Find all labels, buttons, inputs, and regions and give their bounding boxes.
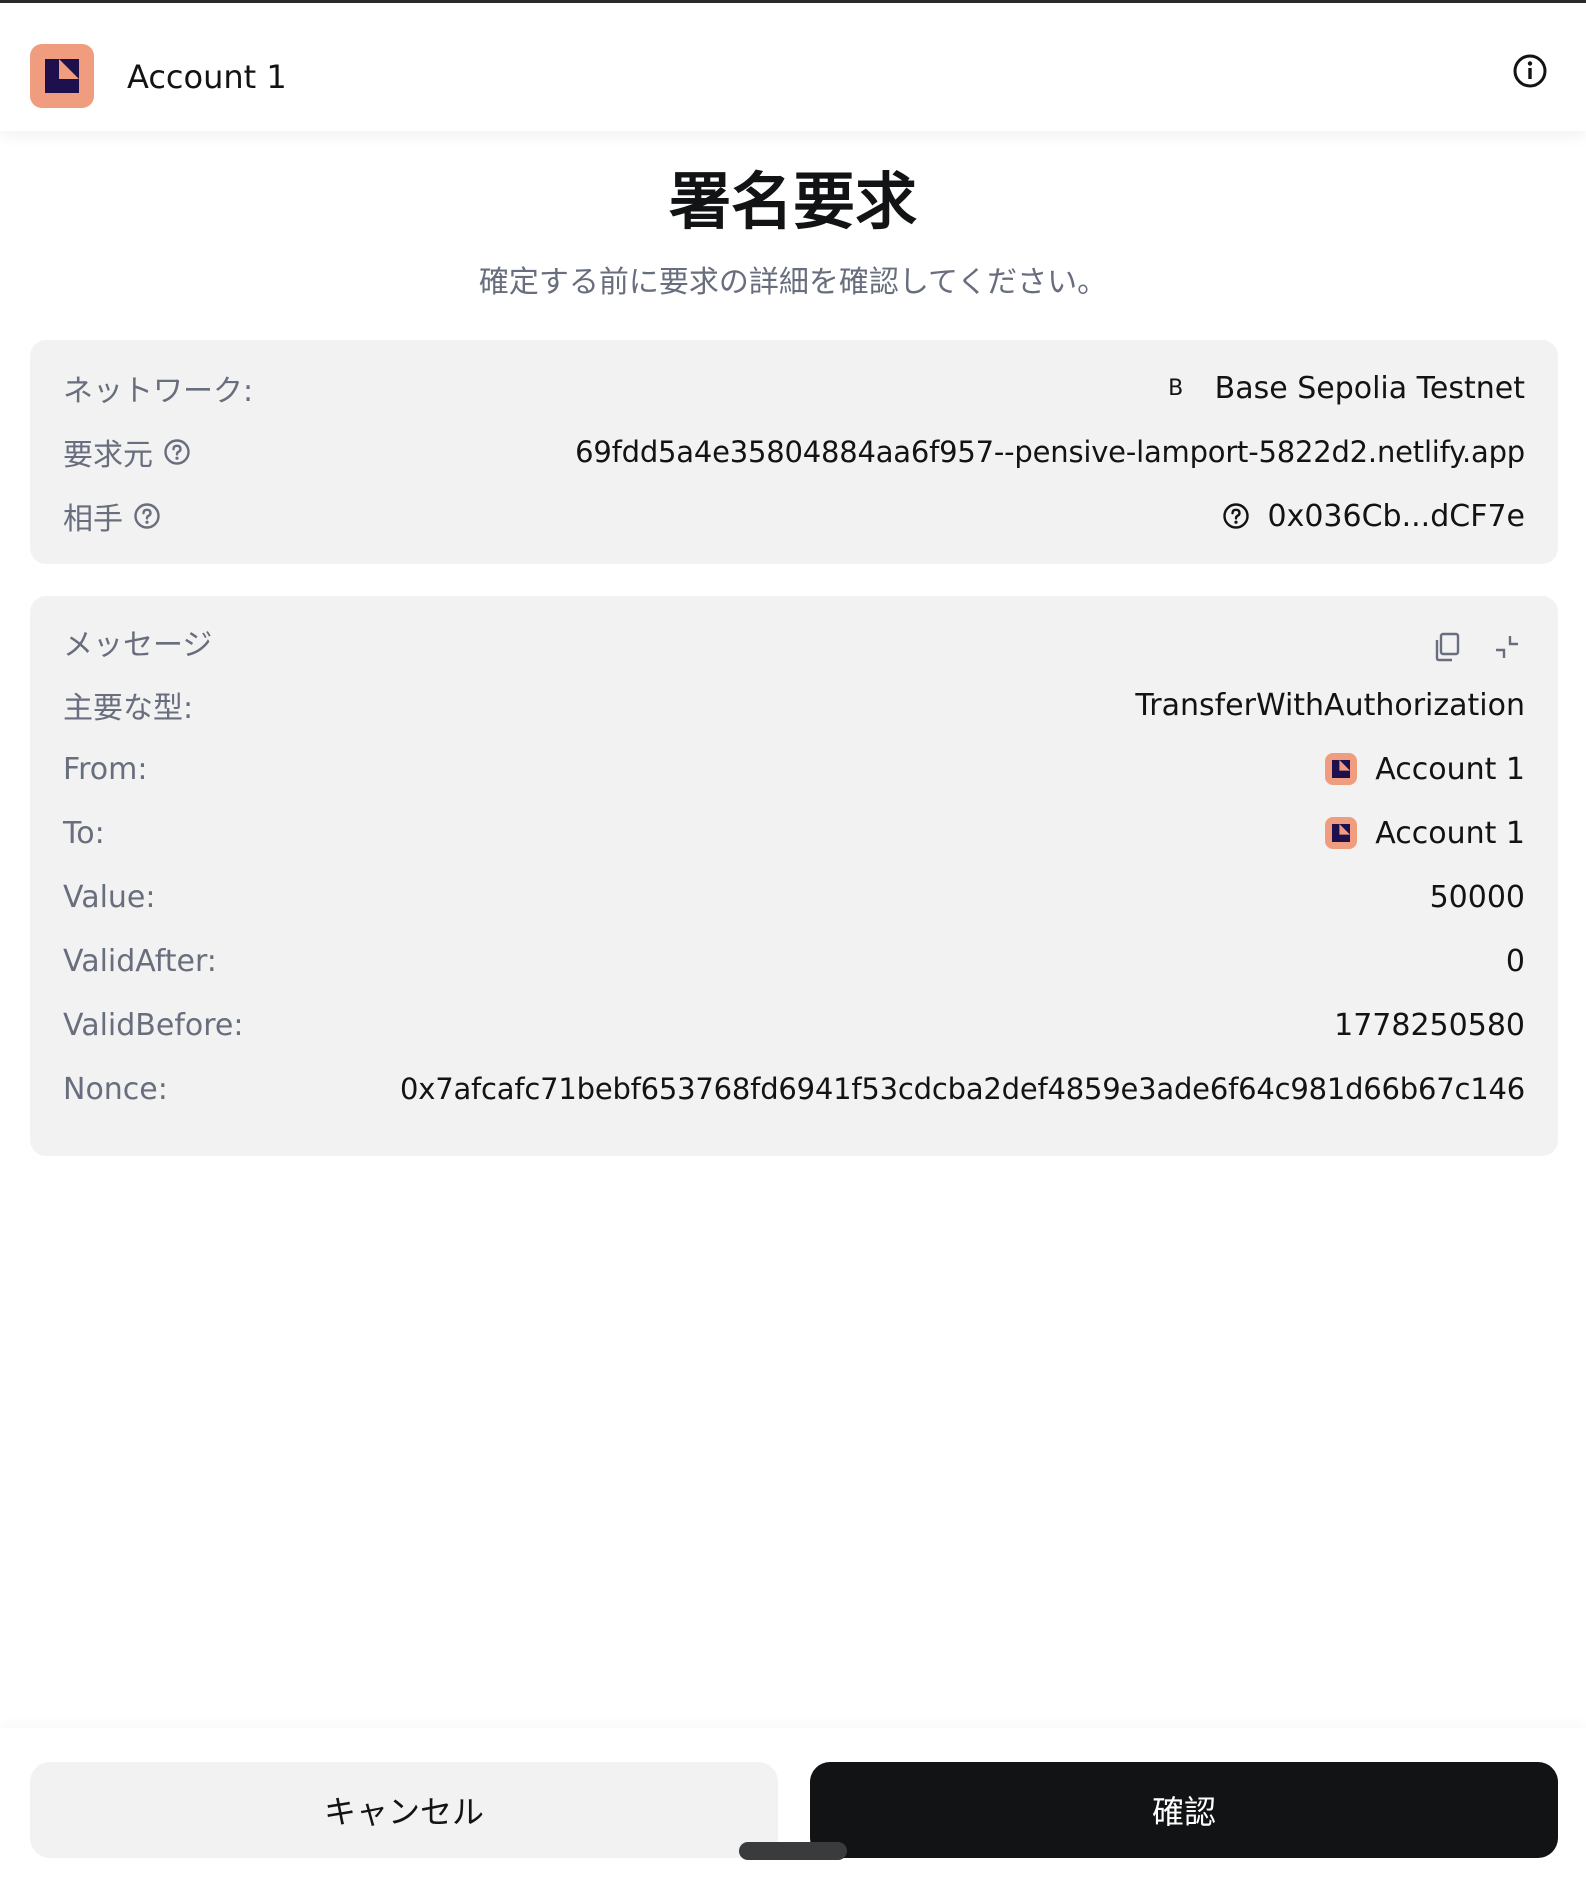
to-label: To: [63, 815, 105, 851]
fox-logo-icon [1332, 760, 1351, 778]
valid-before-label: ValidBefore: [63, 1007, 244, 1043]
valid-before-row: ValidBefore: 1778250580 [63, 1001, 1525, 1049]
valid-after-label: ValidAfter: [63, 943, 217, 979]
counterparty-value-wrap[interactable]: 0x036Cb...dCF7e [1222, 498, 1526, 534]
from-label: From: [63, 751, 148, 787]
nonce-label: Nonce: [63, 1071, 168, 1107]
fox-logo-icon [45, 59, 79, 93]
account-avatar [1325, 817, 1358, 849]
from-value-wrap[interactable]: Account 1 [1325, 752, 1525, 787]
account-header: Account 1 [0, 3, 1586, 131]
counterparty-label-wrap: 相手 [63, 494, 161, 538]
valid-after-value: 0 [1505, 943, 1525, 979]
network-value: Base Sepolia Testnet [1214, 370, 1525, 406]
action-footer: キャンセル 確認 [0, 1728, 1586, 1886]
question-icon[interactable] [133, 502, 161, 530]
network-value-wrap: B Base Sepolia Testnet [1161, 371, 1525, 406]
network-avatar: B [1168, 375, 1184, 401]
cancel-button[interactable]: キャンセル [30, 1762, 778, 1858]
value-value: 50000 [1429, 879, 1525, 915]
to-row: To: Account 1 [63, 809, 1525, 857]
primary-type-value: TransferWithAuthorization [1135, 687, 1525, 723]
valid-before-value: 1778250580 [1334, 1007, 1525, 1043]
message-card: メッセージ 主要な型: TransferWithAuthorization Fr… [30, 596, 1558, 1156]
message-header-row: メッセージ [63, 618, 1418, 666]
page-subtitle: 確定する前に要求の詳細を確認してください。 [478, 265, 1108, 300]
value-row: Value: 50000 [63, 873, 1525, 921]
origin-value: 69fdd5a4e35804884aa6f957--pensive-lampor… [575, 435, 1525, 469]
confirm-button[interactable]: 確認 [810, 1762, 1558, 1858]
from-value: Account 1 [1375, 751, 1525, 787]
question-icon[interactable] [163, 438, 191, 466]
from-row: From: Account 1 [63, 745, 1525, 793]
valid-after-row: ValidAfter: 0 [63, 937, 1525, 985]
to-value: Account 1 [1375, 815, 1525, 851]
collapse-icon[interactable] [1492, 632, 1522, 662]
counterparty-label: 相手 [63, 502, 123, 537]
counterparty-row: 相手 0x036Cb...dCF7e [63, 492, 1525, 540]
account-avatar [1325, 753, 1358, 785]
home-indicator [739, 1842, 847, 1860]
network-row: ネットワーク: B Base Sepolia Testnet [63, 364, 1525, 412]
nonce-value: 0x7afcafc71bebf653768fd6941f53cdcba2def4… [400, 1072, 1525, 1106]
origin-label-wrap: 要求元 [63, 430, 191, 474]
primary-type-label: 主要な型: [63, 691, 194, 726]
unknown-address-icon [1222, 502, 1250, 530]
value-label: Value: [63, 879, 156, 915]
primary-type-row: 主要な型: TransferWithAuthorization [63, 681, 1525, 729]
message-section-label: メッセージ [63, 628, 213, 663]
request-details-card: ネットワーク: B Base Sepolia Testnet 要求元 69fdd… [30, 340, 1558, 564]
page-title: 署名要求 [668, 165, 917, 238]
copy-icon[interactable] [1432, 632, 1462, 662]
account-avatar[interactable] [30, 44, 94, 108]
counterparty-address: 0x036Cb...dCF7e [1267, 498, 1526, 534]
origin-row: 要求元 69fdd5a4e35804884aa6f957--pensive-la… [63, 428, 1525, 476]
origin-label: 要求元 [63, 438, 153, 473]
account-name[interactable]: Account 1 [127, 55, 287, 99]
network-label: ネットワーク: [63, 374, 254, 409]
info-icon[interactable] [1510, 51, 1550, 91]
to-value-wrap[interactable]: Account 1 [1325, 816, 1525, 851]
fox-logo-icon [1332, 824, 1351, 842]
message-tools [1432, 632, 1522, 662]
nonce-row: Nonce: 0x7afcafc71bebf653768fd6941f53cdc… [63, 1065, 1525, 1113]
